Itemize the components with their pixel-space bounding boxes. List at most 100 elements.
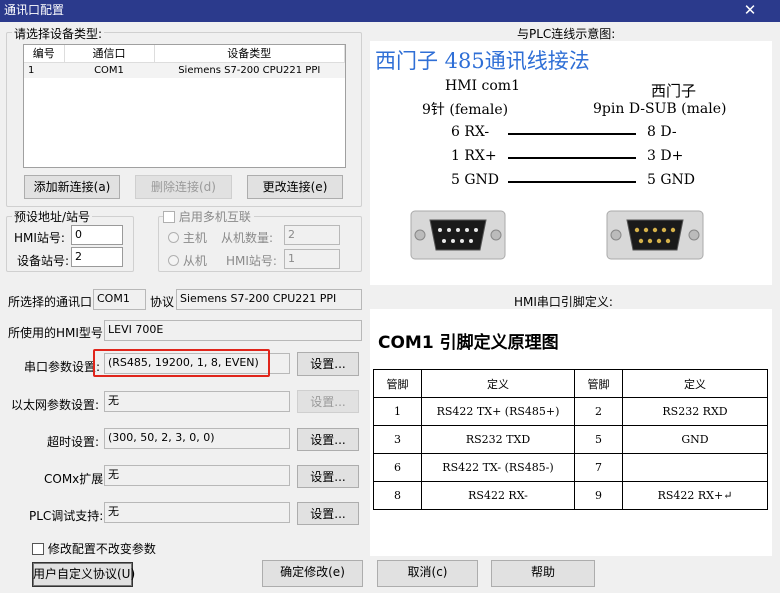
device-station-input[interactable]: 2 — [71, 247, 123, 267]
hmi-model-value: LEVI 700E — [104, 320, 362, 341]
wire-right-3: 5 GND — [647, 172, 696, 188]
multi-machine-checkbox[interactable] — [163, 210, 175, 223]
pin-header-3: 管脚 — [574, 369, 623, 398]
pin-cell: 7 — [574, 453, 623, 482]
wiring-title: 与PLC连线示意图: — [517, 27, 616, 41]
pin-row: 1 RS422 TX+ (RS485+) 2 RS232 RXD — [373, 397, 768, 426]
master-radio-row: 主机 — [168, 229, 207, 246]
pin-row: 6 RS422 TX- (RS485-) 7 — [373, 453, 768, 482]
custom-protocol-button[interactable]: 用户自定义协议(U) — [32, 562, 135, 587]
wire-line-3 — [508, 181, 636, 183]
comx-value: 无 — [104, 465, 290, 486]
add-connection-button[interactable]: 添加新连接(a) — [24, 175, 120, 199]
comx-label: COMx扩展: — [44, 472, 108, 486]
pin-def-title: HMI串口引脚定义: — [514, 295, 613, 309]
device-row[interactable]: 1 COM1 Siemens S7-200 CPU221 PPI — [24, 62, 345, 78]
wire-right-1: 8 D- — [647, 124, 677, 140]
device-row-device: Siemens S7-200 CPU221 PPI — [178, 64, 321, 76]
pin-table: 管脚 定义 管脚 定义 1 RS422 TX+ (RS485+) 2 RS232… — [373, 369, 768, 510]
pin-cell: 2 — [574, 397, 623, 426]
pin-header-1: 管脚 — [373, 369, 422, 398]
protocol-label: 协议 — [150, 295, 175, 309]
protocol-value: Siemens S7-200 CPU221 PPI — [176, 289, 362, 310]
pin-cell: RS232 RXD — [622, 397, 768, 426]
slave-radio-row: 从机 — [168, 252, 207, 269]
serial-params-label: 串口参数设置: — [24, 360, 101, 374]
timeout-value: (300, 50, 2, 3, 0, 0) — [104, 428, 290, 449]
slave-count-input[interactable]: 2 — [284, 225, 340, 245]
device-table: 编号 通信口 设备类型 1 COM1 Siemens S7-200 CPU221… — [24, 45, 345, 78]
pin-row: 8 RS422 RX- 9 RS422 RX+↵ — [373, 481, 768, 510]
plc-connector-sub: 9pin D-SUB (male) — [593, 101, 727, 117]
confirm-button[interactable]: 确定修改(e) — [262, 560, 363, 587]
pin-def-heading: COM1 引脚定义原理图 — [378, 333, 559, 353]
wire-left-2: 1 RX+ — [451, 148, 497, 164]
wire-line-2 — [508, 157, 636, 159]
col-port[interactable]: 通信口 — [64, 45, 155, 63]
slave-radio[interactable] — [168, 255, 179, 266]
comx-button[interactable]: 设置... — [297, 465, 359, 488]
wire-left-3: 5 GND — [451, 172, 500, 188]
hmi-station-input[interactable]: 0 — [71, 225, 123, 245]
plc-debug-label: PLC调试支持: — [29, 509, 104, 523]
ethernet-params-label: 以太网参数设置: — [11, 398, 100, 412]
pin-cell: RS422 TX- (RS485-) — [421, 453, 575, 482]
pin-cell: 6 — [373, 453, 422, 482]
device-row-port: COM1 — [94, 64, 124, 76]
plc-db9-male-icon — [606, 208, 704, 262]
multi-hmi-station-label: HMI站号: — [226, 254, 277, 268]
plc-connector-title: 西门子 — [651, 82, 697, 100]
hmi-connector-title: HMI com1 — [445, 78, 520, 94]
pin-cell: 5 — [574, 425, 623, 454]
change-connection-button[interactable]: 更改连接(e) — [247, 175, 343, 199]
pin-cell: RS422 TX+ (RS485+) — [421, 397, 575, 426]
keep-params-row: 修改配置不改变参数 — [32, 540, 156, 557]
close-icon[interactable]: ✕ — [740, 0, 760, 22]
timeout-label: 超时设置: — [47, 435, 100, 449]
cancel-button[interactable]: 取消(c) — [377, 560, 478, 587]
selected-port-value: COM1 — [93, 289, 146, 310]
pin-row: 3 RS232 TXD 5 GND — [373, 425, 768, 454]
device-list: 编号 通信口 设备类型 1 COM1 Siemens S7-200 CPU221… — [23, 44, 346, 168]
pin-cell: 9 — [574, 481, 623, 510]
help-button[interactable]: 帮助 — [491, 560, 595, 587]
plc-debug-value: 无 — [104, 502, 290, 523]
delete-connection-button[interactable]: 删除连接(d) — [135, 175, 232, 199]
multi-machine-label: 启用多机互联 — [178, 210, 251, 224]
slave-count-label: 从机数量: — [221, 231, 274, 245]
keep-params-checkbox[interactable] — [32, 542, 44, 555]
plc-debug-button[interactable]: 设置... — [297, 502, 359, 525]
wire-left-1: 6 RX- — [451, 124, 490, 140]
ethernet-params-button[interactable]: 设置... — [297, 390, 359, 413]
multi-machine-title-row: 启用多机互联 — [163, 208, 254, 225]
serial-params-button[interactable]: 设置... — [297, 352, 359, 376]
device-station-label: 设备站号: — [17, 254, 70, 268]
timeout-button[interactable]: 设置... — [297, 428, 359, 451]
master-radio[interactable] — [168, 232, 179, 243]
selected-port-label: 所选择的通讯口 — [8, 295, 93, 309]
hmi-station-label: HMI站号: — [14, 231, 65, 245]
pin-cell: GND — [622, 425, 768, 454]
pin-header-4: 定义 — [622, 369, 768, 398]
hmi-model-label: 所使用的HMI型号 — [8, 326, 103, 340]
master-label: 主机 — [182, 231, 207, 245]
col-number[interactable]: 编号 — [24, 45, 65, 63]
pin-header-2: 定义 — [421, 369, 575, 398]
pin-cell: RS422 RX+↵ — [622, 481, 768, 510]
title-bar: 通讯口配置 — [0, 0, 780, 22]
serial-params-highlight — [93, 349, 270, 377]
pin-cell: 8 — [373, 481, 422, 510]
pin-cell: RS232 TXD — [421, 425, 575, 454]
ethernet-params-value: 无 — [104, 391, 290, 412]
hmi-db9-female-icon — [410, 208, 506, 262]
wire-line-1 — [508, 133, 636, 135]
pin-cell: 1 — [373, 397, 422, 426]
multi-hmi-station-input[interactable]: 1 — [284, 249, 340, 269]
pin-cell: 3 — [373, 425, 422, 454]
pin-cell: RS422 RX- — [421, 481, 575, 510]
device-type-group-title: 请选择设备类型: — [12, 25, 105, 42]
col-device-type[interactable]: 设备类型 — [154, 45, 345, 63]
slave-label: 从机 — [182, 254, 207, 268]
device-row-number: 1 — [28, 64, 35, 76]
preset-address-title: 预设地址/站号 — [12, 208, 93, 225]
